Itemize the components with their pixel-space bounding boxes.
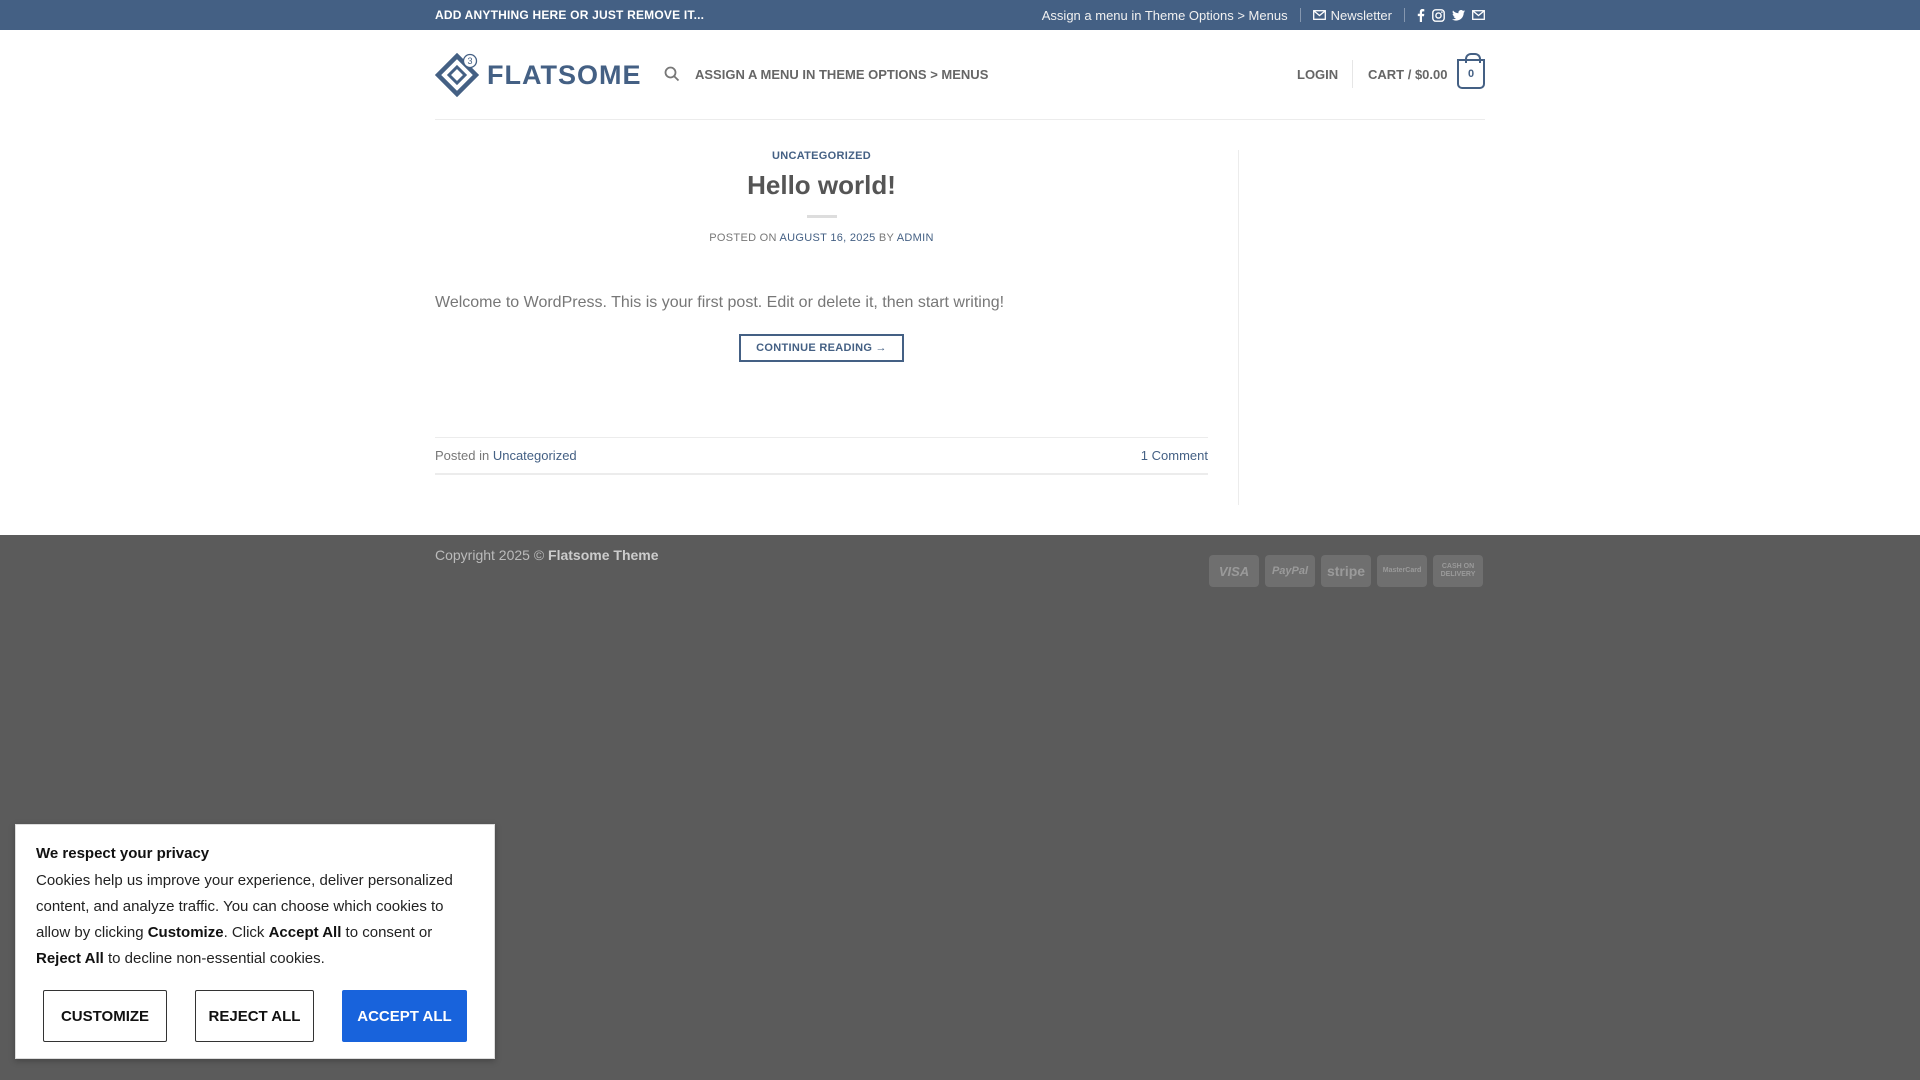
header-menu-note: ASSIGN A MENU IN THEME OPTIONS > MENUS — [695, 67, 989, 82]
logo-badge: 3 — [467, 56, 472, 66]
header-divider — [1352, 60, 1353, 88]
visa-icon: VISA — [1209, 555, 1259, 587]
topbar-divider — [1404, 8, 1405, 22]
cookie-bold-customize: Customize — [147, 924, 224, 941]
posted-in-label: Posted in — [435, 448, 490, 463]
cookie-text: Cookies help us improve your experience,… — [36, 868, 474, 972]
flatsome-logo-icon: 3 — [435, 53, 479, 97]
topbar-menu-note: Assign a menu in Theme Options > Menus — [1041, 7, 1288, 23]
copyright-prefix: Copyright 2025 © — [435, 547, 545, 563]
comments-link[interactable]: 1 Comment — [1141, 448, 1208, 463]
facebook-icon[interactable] — [1417, 8, 1425, 22]
site-header: 3 FLATSOME ASSIGN A MENU IN THEME OPTION… — [435, 30, 1485, 120]
post-excerpt: Welcome to WordPress. This is your first… — [435, 294, 1005, 311]
cash-on-delivery-icon: CASH ON DELIVERY — [1433, 555, 1483, 587]
cookie-text-2: . Click — [223, 924, 265, 941]
login-link[interactable]: LOGIN — [1297, 67, 1338, 82]
continue-reading-button[interactable]: CONTINUE READING → — [739, 334, 904, 362]
topbar-promo: ADD ANYTHING HERE OR JUST REMOVE IT... — [435, 8, 705, 22]
site-logo[interactable]: 3 FLATSOME — [435, 53, 641, 97]
paypal-icon: PayPal — [1265, 555, 1315, 587]
page-content: 3 FLATSOME ASSIGN A MENU IN THEME OPTION… — [0, 30, 1920, 535]
copyright-name: Flatsome Theme — [548, 547, 659, 563]
cookie-bold-reject: Reject All — [36, 950, 104, 967]
top-bar: ADD ANYTHING HERE OR JUST REMOVE IT... A… — [0, 0, 1920, 30]
by-label: BY — [878, 232, 894, 244]
newsletter-label: Newsletter — [1330, 7, 1392, 23]
envelope-icon — [1312, 10, 1326, 20]
cookie-text-4: to decline non-essential cookies. — [107, 950, 325, 967]
customize-button[interactable]: CUSTOMIZE — [43, 990, 167, 1042]
stripe-icon: stripe — [1321, 555, 1371, 587]
posted-on-label: POSTED ON — [709, 232, 777, 244]
accept-all-button[interactable]: ACCEPT ALL — [342, 990, 467, 1042]
reject-all-button[interactable]: REJECT ALL — [195, 990, 314, 1042]
payment-icons: VISA PayPal stripe MasterCard CASH ON DE… — [1209, 555, 1483, 587]
post-meta: POSTED ON AUGUST 16, 2025 BY ADMIN — [435, 232, 1208, 244]
cookie-bold-accept: Accept All — [268, 924, 342, 941]
cart-link[interactable]: CART / $0.00 — [1368, 67, 1447, 82]
posted-in-category-link[interactable]: Uncategorized — [493, 448, 577, 463]
sidebar-divider — [1238, 150, 1239, 505]
search-icon[interactable] — [664, 66, 680, 82]
instagram-icon[interactable] — [1432, 8, 1445, 22]
site-footer: Copyright 2025 © Flatsome Theme VISA Pay… — [435, 547, 1485, 587]
newsletter-link[interactable]: Newsletter — [1312, 7, 1392, 23]
blog-post: UNCATEGORIZED Hello world! POSTED ON AUG… — [435, 150, 1208, 475]
twitter-icon[interactable] — [1452, 9, 1465, 21]
cookie-text-3: to consent or — [345, 924, 433, 941]
post-date-link[interactable]: AUGUST 16, 2025 — [780, 232, 876, 244]
title-divider — [806, 215, 837, 218]
logo-wordmark: FLATSOME — [487, 59, 642, 90]
mastercard-icon: MasterCard — [1377, 555, 1427, 587]
cookie-consent-banner: We respect your privacy Cookies help us … — [15, 824, 495, 1059]
post-category[interactable]: UNCATEGORIZED — [435, 150, 1208, 162]
cart-count-badge[interactable]: 0 — [1457, 53, 1485, 89]
envelope-icon[interactable] — [1472, 10, 1485, 20]
post-author-link[interactable]: ADMIN — [897, 232, 934, 244]
post-footer: Posted in Uncategorized 1 Comment — [435, 437, 1208, 475]
cookie-title: We respect your privacy — [36, 845, 210, 862]
topbar-divider — [1299, 8, 1301, 22]
post-title[interactable]: Hello world! — [435, 170, 1208, 201]
